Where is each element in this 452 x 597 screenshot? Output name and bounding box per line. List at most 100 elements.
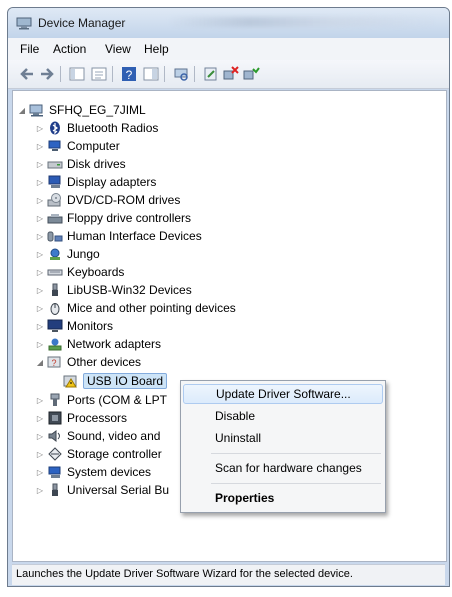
toolbar-separator	[164, 66, 165, 82]
tree-item-label: Storage controller	[67, 447, 162, 461]
properties-menu-item[interactable]: Properties	[183, 488, 383, 508]
tree-item-processors[interactable]: ▷ Processors	[35, 409, 127, 427]
expand-arrow-icon[interactable]: ▷	[35, 322, 45, 331]
tree-item-libusb[interactable]: ▷ LibUSB-Win32 Devices	[35, 281, 192, 299]
expand-arrow-icon[interactable]: ▷	[35, 160, 45, 169]
tree-item-label: Network adapters	[67, 337, 162, 351]
selected-device-label: USB IO Board	[83, 373, 168, 389]
menu-action[interactable]: Action	[53, 42, 86, 56]
expand-arrow-icon[interactable]: ▷	[35, 414, 45, 423]
tree-item-dvd-cdrom[interactable]: ▷ DVD/CD-ROM drives	[35, 191, 180, 209]
tree-item-ports[interactable]: ▷ Ports (COM & LPT	[35, 391, 167, 409]
hid-icon	[47, 231, 63, 242]
tree-item-other-devices[interactable]: ◢ ? Other devices	[35, 353, 141, 371]
expand-arrow-icon[interactable]: ▷	[35, 486, 45, 495]
computer-icon	[29, 104, 43, 117]
computer-icon	[48, 140, 61, 151]
scan-for-hardware-changes-menu-item[interactable]: Scan for hardware changes	[183, 458, 383, 478]
forward-arrow-icon[interactable]	[38, 65, 56, 83]
expand-arrow-icon[interactable]: ▷	[35, 142, 45, 151]
tree-item-label: Bluetooth Radios	[67, 121, 159, 135]
menu-bar: File Action View Help	[8, 38, 449, 61]
tree-item-keyboards[interactable]: ▷ Keyboards	[35, 263, 124, 281]
expand-arrow-icon[interactable]: ▷	[35, 196, 45, 205]
tree-item-storage[interactable]: ▷ Storage controller	[35, 445, 162, 463]
menu-help[interactable]: Help	[144, 42, 169, 56]
expand-arrow-icon[interactable]: ▷	[35, 340, 45, 349]
tree-item-label: Other devices	[67, 355, 142, 369]
expand-arrow-icon[interactable]: ▷	[35, 304, 45, 313]
disk-drive-icon	[47, 161, 63, 169]
expand-arrow-icon[interactable]: ▷	[35, 250, 45, 259]
tree-item-label: LibUSB-Win32 Devices	[67, 283, 192, 297]
svg-text:?: ?	[51, 358, 56, 368]
tree-item-label: DVD/CD-ROM drives	[67, 193, 181, 207]
tree-item-usb-io-board[interactable]: USB IO Board	[57, 372, 168, 390]
tree-item-label: Sound, video and	[67, 429, 161, 443]
expand-arrow-icon[interactable]: ▷	[35, 286, 45, 295]
context-menu: Update Driver Software... Disable Uninst…	[180, 380, 386, 513]
tree-item-sound[interactable]: ▷ Sound, video and	[35, 427, 161, 445]
tree-item-monitors[interactable]: ▷ Monitors	[35, 317, 113, 335]
update-driver-icon[interactable]	[202, 65, 220, 83]
expand-arrow-icon[interactable]: ▷	[35, 214, 45, 223]
tree-item-mice[interactable]: ▷ Mice and other pointing devices	[35, 299, 236, 317]
expand-arrow-icon[interactable]: ▷	[35, 396, 45, 405]
expand-arrow-icon[interactable]: ▷	[35, 178, 45, 187]
monitor-icon	[47, 319, 63, 332]
collapse-arrow-icon[interactable]: ◢	[35, 358, 45, 367]
toolbar-separator	[194, 66, 195, 82]
action-pane-icon[interactable]	[142, 65, 160, 83]
toolbar: ?	[8, 60, 449, 89]
back-arrow-icon[interactable]	[18, 65, 36, 83]
speaker-icon	[48, 430, 60, 442]
storage-controller-icon	[48, 447, 62, 461]
title-bar: Device Manager	[8, 8, 449, 38]
tree-item-computer[interactable]: ▷ Computer	[35, 137, 120, 155]
disable-menu-item[interactable]: Disable	[183, 406, 383, 426]
uninstall-menu-item[interactable]: Uninstall	[183, 428, 383, 448]
ports-icon	[50, 393, 60, 406]
processor-icon	[48, 411, 62, 425]
scan-hardware-icon[interactable]	[172, 65, 190, 83]
tree-item-network-adapters[interactable]: ▷ Network adapters	[35, 335, 161, 353]
tree-item-label: Monitors	[67, 319, 114, 333]
tree-item-usb-controllers[interactable]: ▷ Universal Serial Bu	[35, 481, 169, 499]
collapse-arrow-icon[interactable]: ◢	[17, 106, 27, 115]
usb-icon	[52, 283, 58, 296]
toolbar-separator	[112, 66, 113, 82]
properties-view-icon[interactable]	[90, 65, 108, 83]
expand-arrow-icon[interactable]: ▷	[35, 268, 45, 277]
tree-item-disk-drives[interactable]: ▷ Disk drives	[35, 155, 126, 173]
tree-item-label: Keyboards	[67, 265, 125, 279]
status-text: Launches the Update Driver Software Wiza…	[16, 568, 353, 580]
tree-item-label: Mice and other pointing devices	[67, 301, 236, 315]
tree-item-label: Computer	[67, 139, 120, 153]
menu-file[interactable]: File	[20, 42, 39, 56]
tree-item-system-devices[interactable]: ▷ System devices	[35, 463, 151, 481]
tree-item-floppy[interactable]: ▷ Floppy drive controllers	[35, 209, 191, 227]
uninstall-icon[interactable]	[222, 65, 240, 83]
expand-arrow-icon[interactable]: ▷	[35, 450, 45, 459]
tree-root[interactable]: ◢ SFHQ_EG_7JIML	[17, 101, 146, 119]
menu-view[interactable]: View	[105, 42, 131, 56]
tree-item-jungo[interactable]: ▷ Jungo	[35, 245, 100, 263]
usb-icon	[52, 483, 58, 496]
console-tree-icon[interactable]	[68, 65, 86, 83]
expand-arrow-icon[interactable]: ▷	[35, 468, 45, 477]
tree-item-label: Display adapters	[67, 175, 157, 189]
tree-item-hid[interactable]: ▷ Human Interface Devices	[35, 227, 202, 245]
enable-icon[interactable]	[242, 65, 260, 83]
tree-item-bluetooth[interactable]: ▷ Bluetooth Radios	[35, 119, 158, 137]
help-icon[interactable]: ?	[120, 65, 138, 83]
tree-item-display-adapters[interactable]: ▷ Display adapters	[35, 173, 156, 191]
menu-separator	[211, 453, 381, 454]
tree-item-label: Floppy drive controllers	[67, 211, 192, 225]
warning-device-icon	[63, 375, 77, 388]
update-driver-software-menu-item[interactable]: Update Driver Software...	[183, 384, 383, 404]
expand-arrow-icon[interactable]: ▷	[35, 124, 45, 133]
dvd-drive-icon	[47, 193, 61, 207]
expand-arrow-icon[interactable]: ▷	[35, 432, 45, 441]
expand-arrow-icon[interactable]: ▷	[35, 232, 45, 241]
bluetooth-icon	[50, 121, 60, 135]
